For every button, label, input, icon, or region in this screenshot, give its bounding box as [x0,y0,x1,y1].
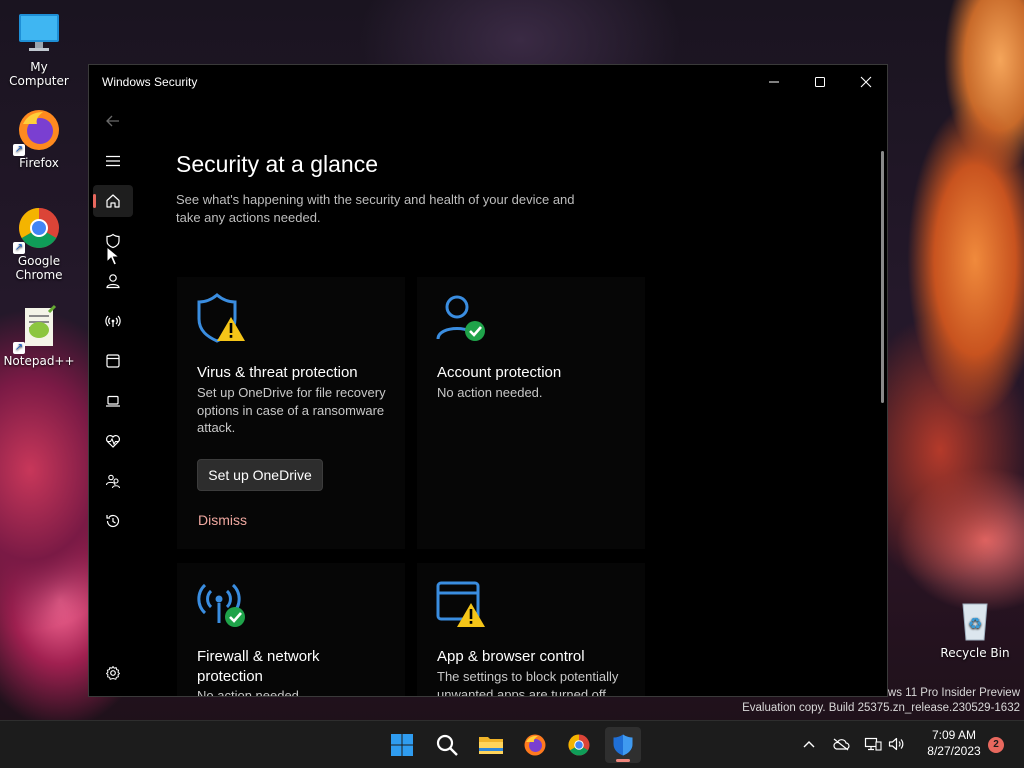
monitor-icon [15,10,63,58]
chrome-taskbar-button[interactable] [561,727,597,763]
window-title: Windows Security [102,75,198,89]
start-button[interactable] [384,727,420,763]
home-icon [106,194,120,208]
taskbar: 7:09 AM 8/27/2023 2 [0,720,1024,768]
maximize-button[interactable] [797,65,843,99]
desktop-icon-notepad-plus-plus[interactable]: ↗ Notepad++ [0,304,78,368]
shortcut-arrow-icon: ↗ [13,242,25,254]
desktop-icon-label: Firefox [19,156,59,170]
desktop-icon-label: Google Chrome [15,254,63,282]
svg-text:♻: ♻ [968,614,982,633]
watermark-line-2: Evaluation copy. Build 25375.zn_release.… [742,702,1020,714]
active-app-indicator [616,759,630,762]
card-description: No action needed. [437,385,543,400]
set-up-onedrive-button[interactable]: Set up OneDrive [197,459,323,491]
shield-warning-icon [195,291,251,347]
card-title: Account protection [437,364,562,381]
main-content: Security at a glance See what's happenin… [137,99,887,697]
windows-security-taskbar-button[interactable] [605,727,641,763]
card-title: Virus & threat protection [197,364,358,381]
windows-start-icon [391,734,413,756]
page-title: Security at a glance [176,151,379,177]
watermark-line-1: ws 11 Pro Insider Preview [887,687,1020,699]
nav-item-firewall-network[interactable] [93,305,133,337]
nav-item-settings[interactable] [93,657,133,689]
history-icon [106,514,120,528]
notepad-plus-plus-icon: ↗ [13,304,63,354]
app-browser-icon [106,354,120,368]
card-description: Set up OneDrive for file recovery option… [197,385,386,435]
maximize-icon [815,77,825,87]
card-account-protection[interactable]: Account protection No action needed. [417,277,645,549]
windows-security-window: Windows Security Security at a glance Se… [88,64,888,697]
card-description: No action needed. [197,688,303,697]
wireless-antenna-icon [105,315,121,327]
close-button[interactable] [843,65,887,99]
recycle-bin-icon: ♻ [951,596,999,644]
firefox-icon: ↗ [13,106,63,156]
desktop-icon-google-chrome[interactable]: ↗ Google Chrome [0,204,78,282]
mouse-cursor-icon [106,246,120,266]
nav-item-home[interactable] [93,185,133,217]
firefox-taskbar-button[interactable] [517,727,553,763]
page-subtitle: See what's happening with the security a… [176,192,575,225]
laptop-icon [106,395,120,407]
shortcut-arrow-icon: ↗ [13,144,25,156]
firefox-icon [524,734,546,756]
clock-date: 8/27/2023 [927,744,981,758]
desktop-icon-firefox[interactable]: ↗ Firefox [0,106,78,170]
desktop-icon-my-computer[interactable]: My Computer [0,10,78,88]
chrome-icon [568,734,590,756]
wireless-check-icon [195,577,251,633]
app-browser-warning-icon [435,577,491,633]
nav-menu-button[interactable] [93,145,133,177]
file-explorer-button[interactable] [473,727,509,763]
system-clock[interactable]: 7:09 AM 8/27/2023 [912,727,996,759]
scrollbar-thumb[interactable] [881,151,884,403]
card-title: App & browser control [437,648,585,665]
back-arrow-icon [106,115,119,127]
cloud-icon[interactable] [832,737,850,751]
nav-item-device-security[interactable] [93,385,133,417]
file-explorer-icon [479,737,503,754]
settings-gear-icon [106,666,120,680]
search-button[interactable] [429,727,465,763]
dismiss-link[interactable]: Dismiss [198,512,247,528]
desktop-icon-label: My Computer [9,60,69,88]
minimize-button[interactable] [751,65,797,99]
evaluation-watermark: ws 11 Pro Insider Preview Evaluation cop… [742,686,1020,716]
card-title: Firewall & network protection [197,648,320,685]
close-icon [860,76,872,88]
notification-badge[interactable]: 2 [988,737,1004,753]
network-icon[interactable] [864,737,882,751]
card-virus-threat-protection[interactable]: Virus & threat protection Set up OneDriv… [177,277,405,549]
search-icon [436,734,458,756]
desktop-icon-label: Notepad++ [3,354,75,368]
nav-item-app-browser-control[interactable] [93,345,133,377]
desktop-icon-label: Recycle Bin [940,646,1010,660]
windows-security-icon [613,734,633,756]
shortcut-arrow-icon: ↗ [13,342,25,354]
chevron-up-icon[interactable] [802,739,816,749]
hamburger-menu-icon [106,155,120,167]
card-description: The settings to block potentially unwant… [437,669,619,697]
health-heart-icon [106,435,120,448]
back-button[interactable] [93,105,133,137]
nav-item-family-options[interactable] [93,465,133,497]
minimize-icon [769,81,779,83]
clock-time: 7:09 AM [931,728,977,742]
chrome-icon: ↗ [13,204,63,254]
nav-item-account-protection[interactable] [93,265,133,297]
nav-item-device-performance-health[interactable] [93,425,133,457]
nav-item-protection-history[interactable] [93,505,133,537]
title-bar[interactable]: Windows Security [89,65,887,99]
person-icon [106,274,120,289]
desktop-icon-recycle-bin[interactable]: ♻ Recycle Bin [936,596,1014,660]
card-app-browser-control[interactable]: App & browser control The settings to bl… [417,563,645,697]
family-icon [105,474,121,489]
person-check-icon [435,291,491,347]
card-firewall-network-protection[interactable]: Firewall & network protection No action … [177,563,405,697]
volume-icon[interactable] [888,737,906,751]
navigation-sidebar [89,99,137,696]
